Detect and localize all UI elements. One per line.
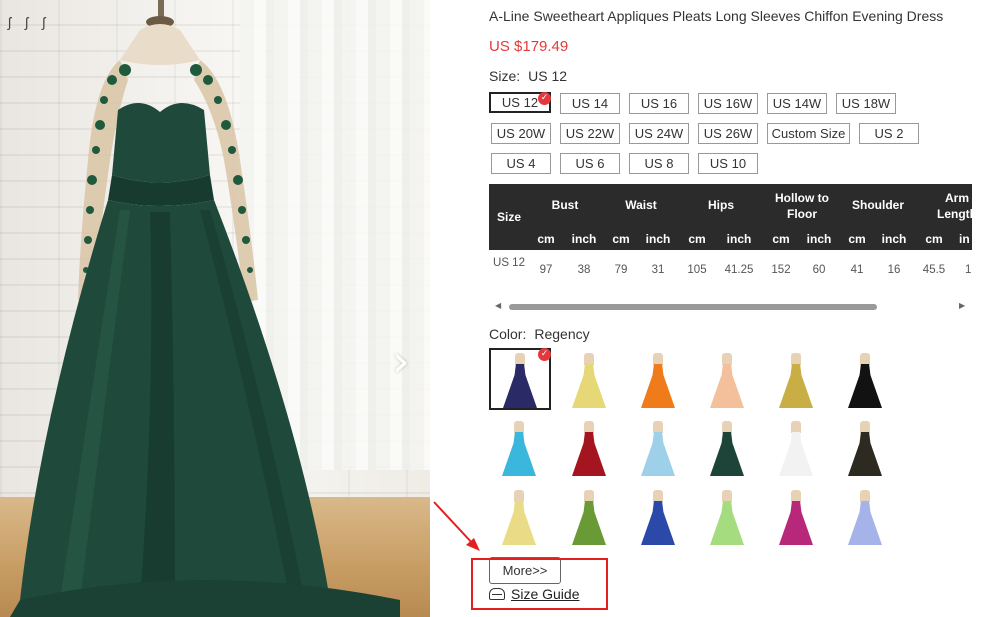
annotation-arrow bbox=[433, 501, 480, 551]
annotation-highlight-box bbox=[471, 558, 608, 610]
